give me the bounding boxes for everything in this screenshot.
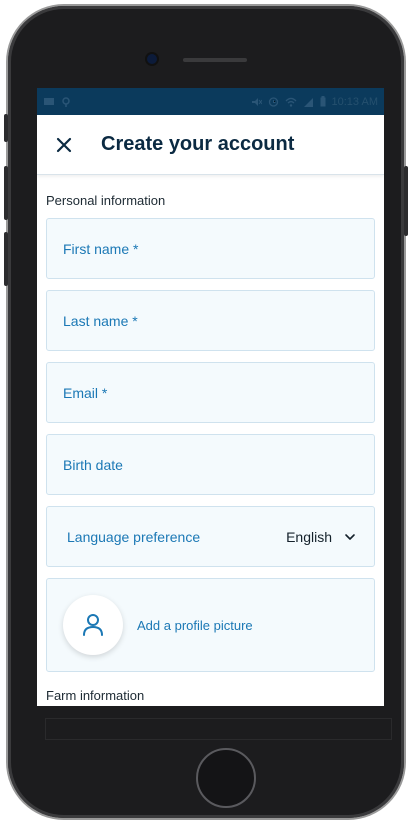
page-title: Create your account (101, 133, 295, 155)
profile-picture-label: Add a profile picture (137, 617, 253, 633)
app-screen: 10:13 AM Create your account Personal in… (37, 88, 384, 706)
status-bar: 10:13 AM (37, 88, 384, 115)
section-farm-label: Farm information (46, 688, 145, 703)
last-name-label: Last name * (63, 312, 138, 329)
wifi-icon (285, 97, 296, 107)
language-label: Language preference (67, 528, 201, 545)
signal-icon (303, 97, 313, 107)
app-bar: Create your account (37, 115, 384, 175)
close-button[interactable] (43, 124, 85, 166)
language-select[interactable]: Language preference English (46, 506, 375, 567)
message-icon (44, 97, 54, 105)
home-button[interactable] (196, 748, 256, 808)
email-field[interactable]: Email * (46, 362, 375, 423)
close-icon (56, 137, 72, 152)
first-name-field[interactable]: First name * (46, 218, 375, 279)
location-icon (62, 96, 70, 107)
avatar-button[interactable] (63, 595, 123, 655)
power-button (404, 166, 408, 236)
language-value-wrap: English (286, 529, 356, 545)
alarm-icon (268, 97, 278, 107)
birth-date-label: Birth date (63, 456, 123, 473)
mute-switch (4, 114, 8, 142)
email-label: Email * (63, 384, 108, 401)
chevron-down-icon (345, 533, 355, 540)
bezel-line (45, 718, 392, 740)
first-name-label: First name * (63, 240, 139, 257)
mute-icon (251, 97, 262, 106)
status-time: 10:13 AM (331, 95, 378, 108)
person-icon (83, 614, 103, 636)
earpiece-speaker (183, 58, 247, 62)
status-right: 10:13 AM (251, 96, 378, 108)
battery-icon (320, 96, 326, 107)
front-camera (147, 54, 157, 64)
section-personal-label: Personal information (46, 193, 166, 208)
profile-picture-picker[interactable]: Add a profile picture (46, 578, 375, 672)
status-left (43, 96, 71, 107)
volume-up-button (4, 166, 8, 220)
volume-down-button (4, 232, 8, 286)
last-name-field[interactable]: Last name * (46, 290, 375, 351)
form-content: Personal information First name * Last n… (37, 193, 384, 703)
language-value: English (286, 528, 332, 545)
birth-date-field[interactable]: Birth date (46, 434, 375, 495)
